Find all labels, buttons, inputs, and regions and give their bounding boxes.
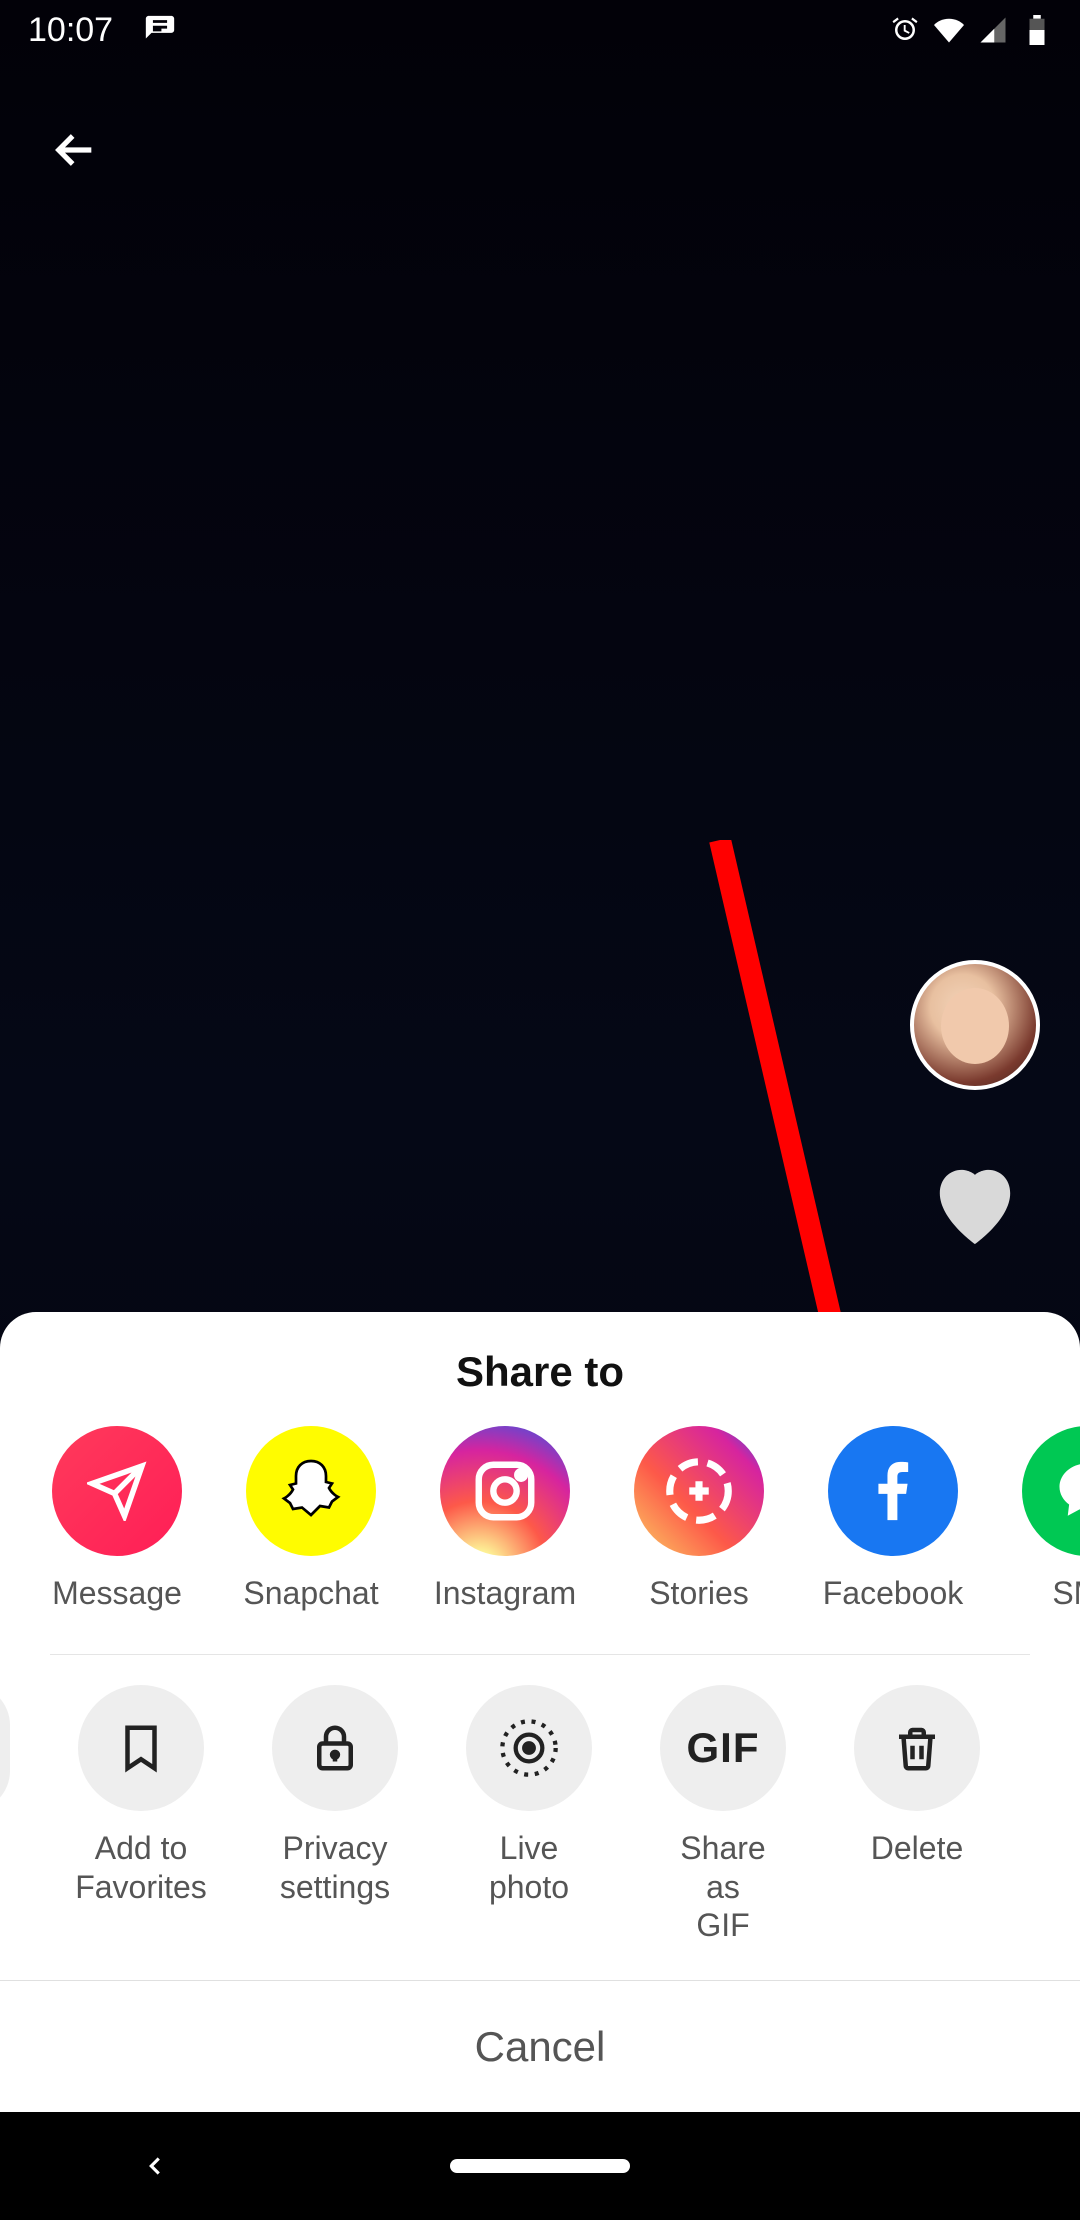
cancel-button[interactable]: Cancel bbox=[0, 1980, 1080, 2112]
action-share-gif[interactable]: GIF Share as GIF bbox=[660, 1685, 786, 1944]
share-sheet-title: Share to bbox=[0, 1348, 1080, 1396]
trash-icon bbox=[854, 1685, 980, 1811]
heart-icon bbox=[927, 1162, 1023, 1248]
system-nav-bar bbox=[0, 2112, 1080, 2220]
sms-icon bbox=[1022, 1426, 1080, 1556]
battery-icon bbox=[1022, 15, 1052, 45]
wifi-icon bbox=[934, 15, 964, 45]
share-sheet: Share to Message Snapchat Instagram Stor… bbox=[0, 1312, 1080, 2112]
stories-icon bbox=[634, 1426, 764, 1556]
share-target-stories[interactable]: Stories bbox=[634, 1426, 764, 1612]
nav-home-pill[interactable] bbox=[450, 2159, 630, 2173]
message-notification-icon bbox=[143, 13, 177, 47]
action-prev-peek[interactable] bbox=[0, 1685, 10, 1944]
gif-icon: GIF bbox=[660, 1685, 786, 1811]
video-side-column bbox=[910, 960, 1040, 1250]
profile-avatar[interactable] bbox=[910, 960, 1040, 1090]
avatar-face bbox=[941, 988, 1009, 1064]
share-target-message[interactable]: Message bbox=[52, 1426, 182, 1612]
prev-action-icon bbox=[0, 1685, 10, 1811]
snapchat-icon bbox=[246, 1426, 376, 1556]
action-delete[interactable]: Delete bbox=[854, 1685, 980, 1944]
live-photo-icon bbox=[466, 1685, 592, 1811]
like-button[interactable] bbox=[925, 1160, 1025, 1250]
action-live-photo[interactable]: Live photo bbox=[466, 1685, 592, 1944]
arrow-left-icon bbox=[47, 122, 103, 178]
share-target-instagram[interactable]: Instagram bbox=[440, 1426, 570, 1612]
alarm-icon bbox=[890, 15, 920, 45]
signal-icon bbox=[978, 15, 1008, 45]
share-target-facebook[interactable]: Facebook bbox=[828, 1426, 958, 1612]
share-target-sms[interactable]: SMS bbox=[1022, 1426, 1080, 1612]
action-add-favorites[interactable]: Add to Favorites bbox=[78, 1685, 204, 1944]
facebook-icon bbox=[828, 1426, 958, 1556]
back-button[interactable] bbox=[40, 115, 110, 185]
bookmark-icon bbox=[78, 1685, 204, 1811]
sheet-divider bbox=[50, 1654, 1030, 1655]
share-targets-row[interactable]: Message Snapchat Instagram Stories Faceb… bbox=[0, 1426, 1080, 1612]
status-bar: 10:07 bbox=[0, 0, 1080, 60]
action-privacy-settings[interactable]: Privacy settings bbox=[272, 1685, 398, 1944]
message-icon bbox=[52, 1426, 182, 1556]
status-time: 10:07 bbox=[28, 11, 113, 50]
lock-icon bbox=[272, 1685, 398, 1811]
share-target-snapchat[interactable]: Snapchat bbox=[246, 1426, 376, 1612]
instagram-icon bbox=[440, 1426, 570, 1556]
actions-row[interactable]: Add to Favorites Privacy settings Live p… bbox=[0, 1685, 1080, 1944]
nav-back-icon[interactable] bbox=[140, 2151, 170, 2181]
